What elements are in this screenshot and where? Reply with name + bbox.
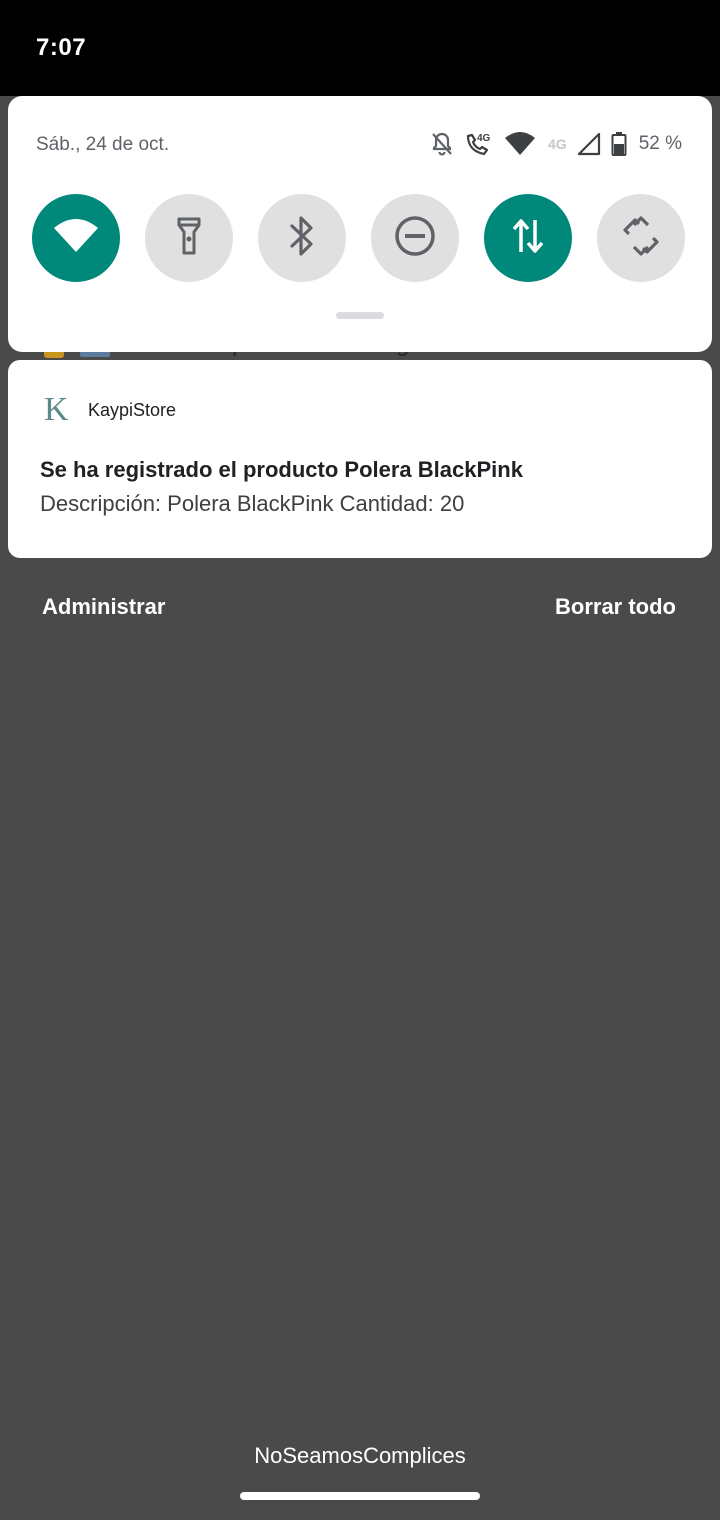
flashlight-icon	[176, 216, 202, 261]
signal-4g-label: 4G	[548, 136, 567, 152]
tile-flashlight[interactable]	[145, 194, 233, 282]
wifi-status-icon	[504, 131, 536, 157]
tile-auto-rotate[interactable]	[597, 194, 685, 282]
tile-do-not-disturb[interactable]	[371, 194, 459, 282]
notification-text: Descripción: Polera BlackPink Cantidad: …	[40, 491, 465, 516]
quick-settings-panel: Sáb., 24 de oct. 4G 4G 52 %	[8, 96, 712, 352]
volte-call-icon: 4G	[464, 130, 494, 158]
cell-signal-icon	[577, 132, 601, 156]
notification-title: Se ha registrado el producto Polera Blac…	[40, 457, 523, 482]
status-time: 7:07	[36, 34, 87, 61]
svg-text:K: K	[44, 391, 69, 426]
tile-bluetooth[interactable]	[258, 194, 346, 282]
notifications-off-icon	[430, 131, 454, 157]
notification-app-name: KaypiStore	[88, 400, 177, 420]
date-label: Sáb., 24 de oct.	[36, 134, 170, 155]
tile-mobile-data[interactable]	[484, 194, 572, 282]
bluetooth-icon	[287, 215, 317, 262]
call-4g-label: 4G	[477, 133, 491, 144]
status-icons: 4G 4G 52 %	[430, 130, 682, 158]
status-bar: 7:07	[0, 0, 720, 96]
quick-settings-tiles	[32, 194, 692, 282]
notification-card[interactable]: K KaypiStore Se ha registrado el product…	[8, 360, 712, 558]
gesture-nav-bar[interactable]	[240, 1492, 480, 1500]
notification-actions: Administrar Borrar todo	[0, 594, 720, 624]
auto-rotate-icon	[619, 214, 663, 263]
manage-button[interactable]: Administrar	[42, 594, 165, 620]
battery-percent: 52 %	[638, 133, 682, 154]
app-icon: K	[42, 390, 72, 426]
clear-all-button[interactable]: Borrar todo	[555, 594, 676, 620]
wifi-icon	[52, 218, 100, 259]
carrier-label: NoSeamosComplices	[254, 1443, 466, 1468]
mobile-data-icon	[510, 216, 546, 261]
tile-wifi[interactable]	[32, 194, 120, 282]
do-not-disturb-icon	[394, 215, 436, 262]
battery-icon	[611, 131, 627, 157]
quick-settings-drag-handle[interactable]	[336, 312, 384, 319]
